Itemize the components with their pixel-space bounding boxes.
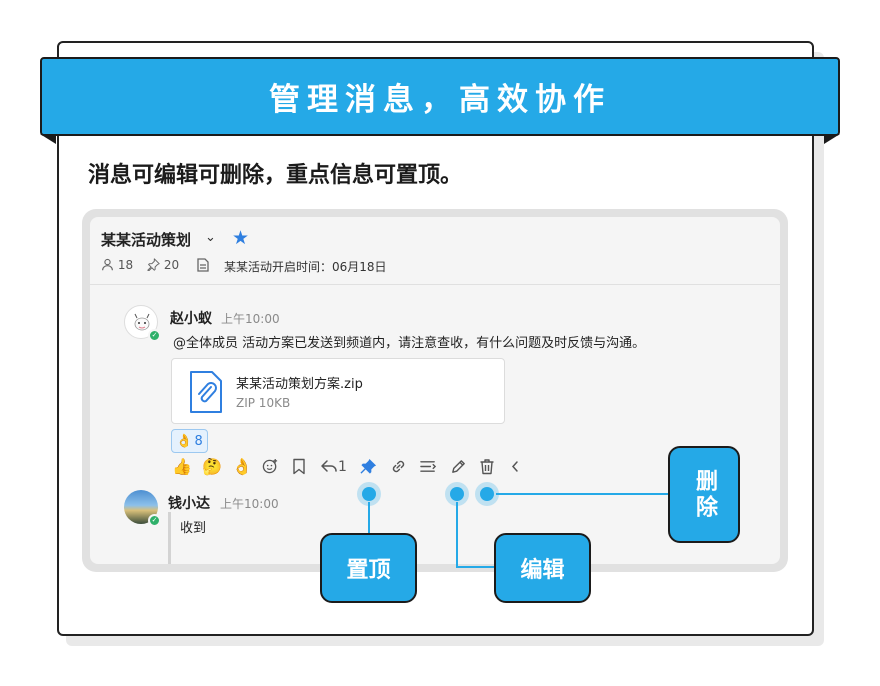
more-options-icon[interactable] bbox=[420, 458, 437, 479]
message-time: 上午10:00 bbox=[221, 312, 280, 326]
thumbs-up-icon[interactable]: 👍 bbox=[172, 458, 192, 476]
ok-hand-icon[interactable]: 👌 bbox=[232, 458, 252, 476]
edit-pencil-icon[interactable] bbox=[450, 458, 467, 479]
edit-connector bbox=[456, 566, 496, 568]
pin-connector bbox=[368, 502, 370, 534]
banner-fold-left bbox=[40, 134, 56, 144]
header-divider bbox=[90, 284, 780, 285]
pin-count-value: 20 bbox=[163, 258, 180, 272]
thinking-face-icon[interactable]: 🤔 bbox=[202, 458, 222, 476]
reaction-chip[interactable]: 👌 8 bbox=[171, 429, 208, 453]
verified-icon: ✓ bbox=[148, 329, 161, 342]
pin-icon bbox=[147, 258, 160, 272]
file-attachment[interactable]: 某某活动策划方案.zip ZIP 10KB bbox=[171, 358, 505, 424]
reply-count: 1 bbox=[338, 459, 347, 475]
reply-button[interactable]: 1 bbox=[320, 458, 347, 476]
members-icon bbox=[102, 258, 113, 271]
banner-title: 管理消息，高效协作 bbox=[269, 82, 611, 118]
edit-connector bbox=[456, 502, 458, 568]
chevron-left-icon[interactable] bbox=[510, 458, 520, 479]
member-count-value: 18 bbox=[117, 258, 134, 272]
pin-callout: 置顶 bbox=[320, 533, 417, 603]
file-size: ZIP 10KB bbox=[236, 396, 291, 410]
pin-count[interactable]: 20 bbox=[147, 258, 179, 272]
delete-callout: 删除 bbox=[668, 446, 740, 543]
link-icon[interactable] bbox=[390, 458, 407, 479]
message-text: @全体成员 活动方案已发送到频道内，请注意查收，有什么问题及时反馈与沟通。 bbox=[173, 336, 646, 351]
promo-canvas: 管理消息，高效协作 消息可编辑可删除，重点信息可置顶。 某某活动策划 ⌄ ★ 1… bbox=[0, 0, 880, 686]
bookmark-icon[interactable] bbox=[292, 458, 306, 479]
sender-name[interactable]: 钱小达 bbox=[168, 493, 210, 513]
reply-icon bbox=[321, 460, 337, 472]
add-emoji-icon[interactable] bbox=[262, 458, 279, 479]
channel-title[interactable]: 某某活动策划 bbox=[101, 229, 191, 250]
paperclip-file-icon bbox=[190, 371, 222, 413]
message-time: 上午10:00 bbox=[220, 497, 279, 511]
sender-name[interactable]: 赵小蚁 bbox=[170, 308, 212, 328]
notice-icon[interactable] bbox=[197, 258, 209, 273]
title-banner: 管理消息，高效协作 bbox=[40, 57, 840, 136]
message-text: 收到 bbox=[180, 521, 207, 536]
star-icon[interactable]: ★ bbox=[232, 227, 249, 249]
pin-message-icon[interactable] bbox=[360, 458, 377, 479]
feature-subtitle: 消息可编辑可删除，重点信息可置顶。 bbox=[88, 163, 463, 188]
trash-icon[interactable] bbox=[479, 458, 495, 479]
edit-callout: 编辑 bbox=[494, 533, 591, 603]
member-count[interactable]: 18 bbox=[101, 258, 133, 272]
verified-icon: ✓ bbox=[148, 514, 161, 527]
reaction-count: 8 bbox=[194, 433, 203, 449]
quote-bar bbox=[168, 512, 171, 564]
banner-fold-right bbox=[824, 134, 840, 144]
delete-connector bbox=[496, 493, 668, 495]
file-name: 某某活动策划方案.zip bbox=[236, 377, 363, 392]
ok-hand-emoji: 👌 bbox=[176, 433, 193, 449]
chevron-down-icon[interactable]: ⌄ bbox=[205, 230, 216, 245]
channel-notice[interactable]: 某某活动开启时间：06月18日 bbox=[224, 258, 387, 275]
